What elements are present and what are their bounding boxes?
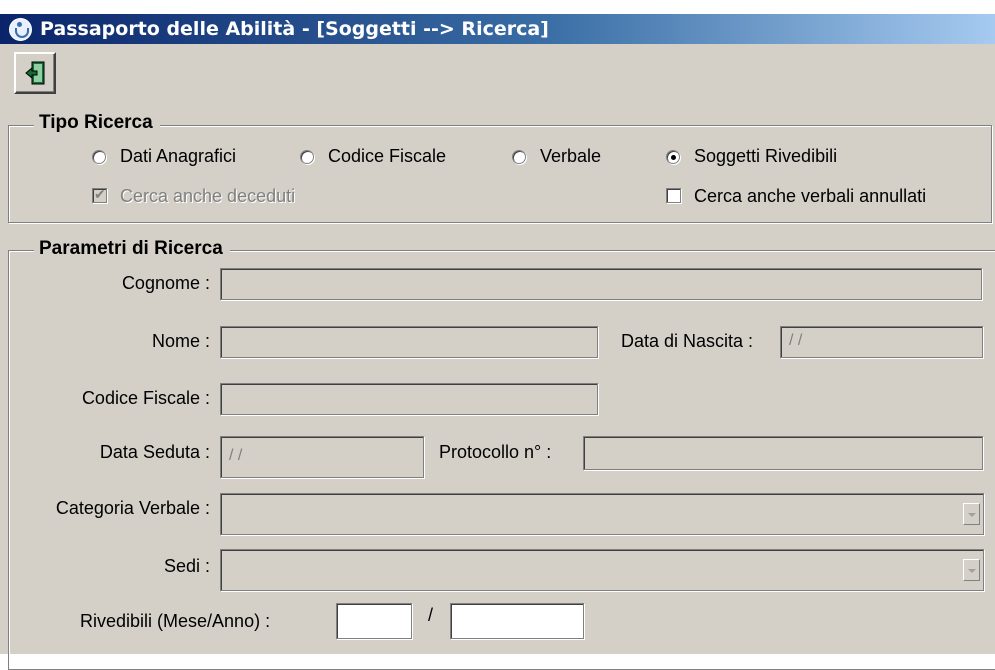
protocollo-field[interactable] xyxy=(583,436,983,470)
radio-verbale[interactable] xyxy=(512,150,526,164)
title-bar[interactable]: Passaporto delle Abilità - [Soggetti -->… xyxy=(0,14,995,44)
radio-codice-fiscale[interactable] xyxy=(300,150,314,164)
checkbox-cerca-annullati[interactable] xyxy=(666,188,681,203)
protocollo-label: Protocollo n° : xyxy=(439,442,552,462)
tipo-ricerca-legend: Tipo Ricerca xyxy=(34,112,160,134)
exit-button[interactable] xyxy=(14,52,56,94)
parametri-legend: Parametri di Ricerca xyxy=(34,238,230,260)
data-seduta-field[interactable]: / / xyxy=(220,436,424,478)
data-nascita-label: Data di Nascita : xyxy=(621,331,754,351)
sedi-label: Sedi : xyxy=(163,556,210,576)
codice-fiscale-label: Codice Fiscale : xyxy=(81,388,210,408)
data-nascita-field[interactable]: / / xyxy=(780,326,983,358)
checkbox-label-deceduti[interactable]: Cerca anche deceduti xyxy=(120,185,295,207)
sedi-select[interactable] xyxy=(220,549,984,591)
radio-label[interactable]: Verbale xyxy=(540,145,601,167)
radio-label[interactable]: Soggetti Rivedibili xyxy=(694,145,837,167)
nome-label: Nome : xyxy=(151,331,210,351)
accessibility-icon xyxy=(9,18,32,41)
exit-door-icon xyxy=(25,61,45,85)
categoria-verbale-select[interactable] xyxy=(220,493,984,535)
nome-field[interactable] xyxy=(220,326,598,358)
radio-soggetti-rivedibili[interactable] xyxy=(666,150,680,164)
categoria-verbale-label: Categoria Verbale : xyxy=(55,498,210,518)
radio-label[interactable]: Dati Anagrafici xyxy=(120,145,236,167)
chevron-down-icon[interactable] xyxy=(963,559,980,581)
rivedibili-anno-field[interactable] xyxy=(450,603,584,639)
rivedibili-separator: / xyxy=(428,605,434,625)
checkbox-label-annullati[interactable]: Cerca anche verbali annullati xyxy=(694,185,926,207)
codice-fiscale-field[interactable] xyxy=(220,383,598,415)
window-title: Passaporto delle Abilità - [Soggetti -->… xyxy=(40,18,549,40)
checkbox-cerca-deceduti[interactable]: ✔ xyxy=(92,187,107,203)
data-seduta-label: Data Seduta : xyxy=(99,442,210,462)
radio-dati-anagrafici[interactable] xyxy=(92,150,106,164)
tipo-ricerca-group xyxy=(8,125,992,223)
cognome-field[interactable] xyxy=(220,268,982,300)
radio-label[interactable]: Codice Fiscale xyxy=(328,145,446,167)
chevron-down-icon[interactable] xyxy=(963,503,980,525)
rivedibili-mese-field[interactable] xyxy=(336,603,412,639)
checkmark-icon: ✔ xyxy=(94,187,106,203)
cognome-label: Cognome : xyxy=(121,273,210,293)
rivedibili-label: Rivedibili (Mese/Anno) : xyxy=(80,611,271,631)
